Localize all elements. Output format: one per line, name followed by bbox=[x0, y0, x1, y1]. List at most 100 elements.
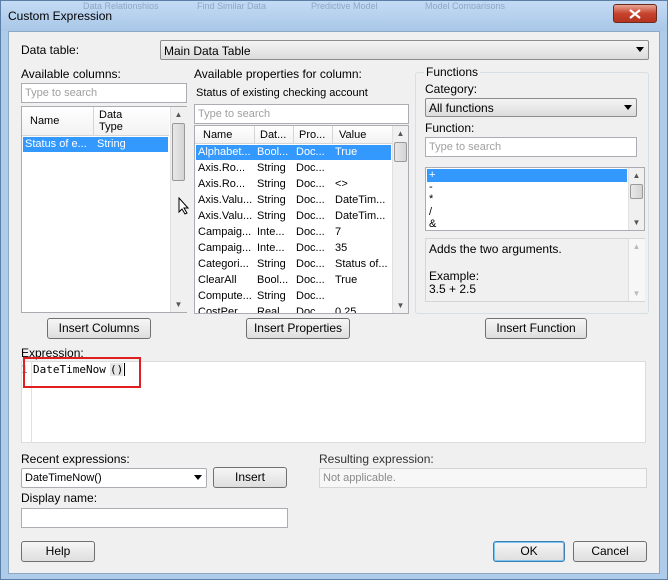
dialog-body: Data table: Main Data Table Available co… bbox=[8, 31, 660, 574]
scroll-up-icon[interactable]: ▲ bbox=[393, 126, 408, 141]
property-cell: Doc... bbox=[296, 146, 325, 158]
property-cell: Campaig... bbox=[198, 242, 252, 254]
property-header-datatype[interactable]: Dat... bbox=[260, 129, 286, 141]
column-divider bbox=[293, 126, 294, 143]
function-item[interactable]: / bbox=[429, 206, 432, 218]
scroll-up-icon[interactable]: ▲ bbox=[629, 239, 644, 254]
function-description-text: Adds the two arguments. bbox=[429, 242, 562, 256]
properties-search-input[interactable]: Type to search bbox=[194, 104, 409, 124]
column-row-type: String bbox=[97, 138, 126, 150]
scroll-thumb[interactable] bbox=[630, 184, 643, 199]
highlight-annotation bbox=[23, 357, 141, 388]
property-cell: Doc... bbox=[296, 226, 325, 238]
function-search-input[interactable]: Type to search bbox=[425, 137, 637, 157]
properties-scrollbar[interactable]: ▲ ▼ bbox=[392, 126, 408, 313]
insert-function-button[interactable]: Insert Function bbox=[485, 318, 587, 339]
function-item[interactable]: - bbox=[429, 181, 433, 193]
recent-expressions-select[interactable]: DateTimeNow() bbox=[21, 468, 207, 488]
scroll-down-icon[interactable]: ▼ bbox=[629, 286, 644, 301]
property-cell: Doc... bbox=[296, 274, 325, 286]
property-cell: 35 bbox=[335, 242, 348, 254]
property-cell: String bbox=[257, 194, 286, 206]
property-header-value[interactable]: Value bbox=[339, 129, 366, 141]
insert-properties-button[interactable]: Insert Properties bbox=[246, 318, 350, 339]
close-button[interactable] bbox=[613, 4, 657, 23]
selected-column-name: Status of existing checking account bbox=[196, 87, 368, 99]
column-header-type-line1[interactable]: Data bbox=[99, 109, 122, 121]
scroll-down-icon[interactable]: ▼ bbox=[629, 215, 644, 230]
properties-search-placeholder: Type to search bbox=[198, 108, 271, 120]
display-name-input[interactable] bbox=[21, 508, 288, 528]
property-cell: Categori... bbox=[198, 258, 249, 270]
data-table-select[interactable]: Main Data Table bbox=[160, 40, 649, 60]
function-item[interactable]: & bbox=[429, 218, 436, 230]
resulting-expression-value: Not applicable. bbox=[323, 472, 396, 484]
property-cell: True bbox=[335, 274, 358, 286]
property-cell: Campaig... bbox=[198, 226, 252, 238]
chevron-down-icon bbox=[636, 47, 644, 52]
column-header-name[interactable]: Name bbox=[30, 115, 59, 127]
scroll-down-icon[interactable]: ▼ bbox=[393, 298, 408, 313]
background-menu-item: Predictive Model bbox=[311, 1, 378, 9]
property-cell: Compute... bbox=[198, 290, 252, 302]
columns-search-input[interactable]: Type to search bbox=[21, 83, 187, 103]
chevron-down-icon bbox=[624, 105, 632, 110]
columns-list[interactable]: Name Data Type Status of e... String ▲ ▼ bbox=[21, 106, 190, 313]
functions-group-label: Functions bbox=[424, 65, 481, 79]
function-item[interactable]: + bbox=[429, 169, 435, 181]
description-scrollbar[interactable]: ▲ ▼ bbox=[628, 239, 645, 301]
functions-scrollbar[interactable]: ▲ ▼ bbox=[628, 168, 644, 230]
recent-expressions-label: Recent expressions: bbox=[21, 452, 130, 466]
properties-list[interactable]: Name Dat... Pro... Value Alphabet... Bool… bbox=[194, 125, 409, 314]
property-cell: Real bbox=[257, 306, 280, 314]
property-cell: Inte... bbox=[257, 226, 285, 238]
insert-recent-button[interactable]: Insert bbox=[213, 467, 287, 488]
property-cell: ClearAll bbox=[198, 274, 237, 286]
background-menu-item: Model Comparisons bbox=[425, 1, 506, 9]
property-header-name[interactable]: Name bbox=[203, 129, 232, 141]
example-label: Example: bbox=[429, 269, 480, 283]
function-description: Adds the two arguments. Example: 3.5 + 2… bbox=[425, 238, 645, 302]
property-cell: Doc... bbox=[296, 194, 325, 206]
category-value: All functions bbox=[429, 101, 494, 115]
property-cell: Doc... bbox=[296, 306, 325, 314]
function-search-placeholder: Type to search bbox=[429, 141, 502, 153]
property-cell: Doc... bbox=[296, 258, 325, 270]
property-cell: DateTim... bbox=[335, 210, 386, 222]
property-cell: Doc... bbox=[296, 178, 325, 190]
property-cell: True bbox=[335, 146, 358, 158]
column-header-type-line2[interactable]: Type bbox=[99, 121, 123, 133]
data-table-label: Data table: bbox=[21, 43, 80, 57]
mouse-cursor-icon bbox=[178, 197, 190, 215]
background-menu-item: Find Similar Data bbox=[197, 1, 267, 9]
property-cell: String bbox=[257, 162, 286, 174]
scroll-up-icon[interactable]: ▲ bbox=[171, 107, 186, 122]
columns-search-placeholder: Type to search bbox=[25, 87, 98, 99]
insert-columns-button[interactable]: Insert Columns bbox=[47, 318, 151, 339]
ok-button[interactable]: OK bbox=[493, 541, 565, 562]
property-cell: Axis.Valu... bbox=[198, 210, 253, 222]
function-item[interactable]: * bbox=[429, 193, 433, 205]
category-select[interactable]: All functions bbox=[425, 98, 637, 117]
scroll-thumb[interactable] bbox=[172, 123, 185, 181]
property-cell: Doc... bbox=[296, 290, 325, 302]
help-button[interactable]: Help bbox=[21, 541, 95, 562]
property-cell: Doc... bbox=[296, 210, 325, 222]
recent-expressions-value: DateTimeNow() bbox=[25, 472, 102, 484]
column-row-name: Status of e... bbox=[25, 138, 87, 150]
custom-expression-dialog: Data Relationships Find Similar Data Pre… bbox=[0, 0, 668, 580]
property-header-property[interactable]: Pro... bbox=[299, 129, 325, 141]
property-cell: Axis.Ro... bbox=[198, 162, 246, 174]
scroll-up-icon[interactable]: ▲ bbox=[629, 168, 644, 183]
title-bar[interactable]: Data Relationships Find Similar Data Pre… bbox=[1, 1, 667, 31]
cancel-button[interactable]: Cancel bbox=[573, 541, 647, 562]
functions-list[interactable]: + - * / & ▲ ▼ bbox=[425, 167, 645, 231]
close-icon bbox=[629, 9, 641, 19]
column-divider bbox=[254, 126, 255, 143]
scroll-thumb[interactable] bbox=[394, 142, 407, 162]
column-divider bbox=[332, 126, 333, 143]
scroll-down-icon[interactable]: ▼ bbox=[171, 297, 186, 312]
function-label: Function: bbox=[425, 121, 475, 135]
table-row-selected[interactable] bbox=[427, 169, 627, 182]
chevron-down-icon bbox=[194, 475, 202, 480]
